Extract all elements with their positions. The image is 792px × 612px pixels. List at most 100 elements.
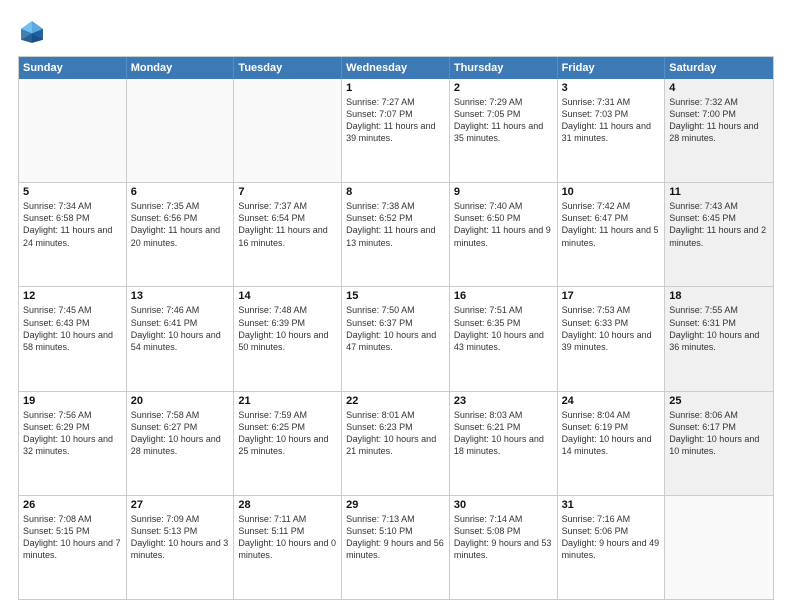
calendar-header: SundayMondayTuesdayWednesdayThursdayFrid…: [19, 57, 773, 79]
cell-info: Sunrise: 7:37 AM Sunset: 6:54 PM Dayligh…: [238, 200, 337, 249]
calendar-row: 12 Sunrise: 7:45 AM Sunset: 6:43 PM Dayli…: [19, 286, 773, 390]
page: SundayMondayTuesdayWednesdayThursdayFrid…: [0, 0, 792, 612]
day-number: 15: [346, 290, 445, 302]
day-number: 7: [238, 186, 337, 198]
day-number: 14: [238, 290, 337, 302]
day-number: 30: [454, 499, 553, 511]
cell-info: Sunrise: 7:29 AM Sunset: 7:05 PM Dayligh…: [454, 96, 553, 145]
calendar-header-day: Friday: [558, 57, 666, 79]
day-number: 22: [346, 395, 445, 407]
calendar-header-day: Wednesday: [342, 57, 450, 79]
day-number: 28: [238, 499, 337, 511]
cell-info: Sunrise: 7:42 AM Sunset: 6:47 PM Dayligh…: [562, 200, 661, 249]
calendar-cell: 14 Sunrise: 7:48 AM Sunset: 6:39 PM Dayli…: [234, 287, 342, 390]
calendar-cell: 16 Sunrise: 7:51 AM Sunset: 6:35 PM Dayli…: [450, 287, 558, 390]
day-number: 27: [131, 499, 230, 511]
calendar-cell: [665, 496, 773, 599]
calendar-header-day: Sunday: [19, 57, 127, 79]
calendar-cell: 9 Sunrise: 7:40 AM Sunset: 6:50 PM Daylig…: [450, 183, 558, 286]
day-number: 20: [131, 395, 230, 407]
calendar-header-day: Saturday: [665, 57, 773, 79]
cell-info: Sunrise: 7:45 AM Sunset: 6:43 PM Dayligh…: [23, 304, 122, 353]
day-number: 21: [238, 395, 337, 407]
calendar-cell: 23Sunrise: 8:03 AM Sunset: 6:21 PM Dayli…: [450, 392, 558, 495]
calendar-cell: 1Sunrise: 7:27 AM Sunset: 7:07 PM Daylig…: [342, 79, 450, 182]
day-number: 4: [669, 82, 769, 94]
cell-info: Sunrise: 7:53 AM Sunset: 6:33 PM Dayligh…: [562, 304, 661, 353]
cell-info: Sunrise: 7:43 AM Sunset: 6:45 PM Dayligh…: [669, 200, 769, 249]
day-number: 31: [562, 499, 661, 511]
day-number: 18: [669, 290, 769, 302]
calendar-cell: 10 Sunrise: 7:42 AM Sunset: 6:47 PM Dayli…: [558, 183, 666, 286]
day-number: 13: [131, 290, 230, 302]
cell-info: Sunrise: 7:50 AM Sunset: 6:37 PM Dayligh…: [346, 304, 445, 353]
calendar-cell: 24Sunrise: 8:04 AM Sunset: 6:19 PM Dayli…: [558, 392, 666, 495]
cell-info: Sunrise: 7:40 AM Sunset: 6:50 PM Dayligh…: [454, 200, 553, 249]
calendar-body: 1Sunrise: 7:27 AM Sunset: 7:07 PM Daylig…: [19, 79, 773, 599]
cell-info: Sunrise: 7:08 AM Sunset: 5:15 PM Dayligh…: [23, 513, 122, 562]
calendar-cell: 30 Sunrise: 7:14 AM Sunset: 5:08 PM Dayli…: [450, 496, 558, 599]
cell-info: Sunrise: 7:13 AM Sunset: 5:10 PM Dayligh…: [346, 513, 445, 562]
calendar-cell: 28 Sunrise: 7:11 AM Sunset: 5:11 PM Dayli…: [234, 496, 342, 599]
cell-info: Sunrise: 7:31 AM Sunset: 7:03 PM Dayligh…: [562, 96, 661, 145]
logo: [18, 18, 50, 46]
day-number: 3: [562, 82, 661, 94]
day-number: 5: [23, 186, 122, 198]
calendar-header-day: Monday: [127, 57, 235, 79]
day-number: 9: [454, 186, 553, 198]
calendar-cell: 18 Sunrise: 7:55 AM Sunset: 6:31 PM Dayli…: [665, 287, 773, 390]
calendar-cell: 22 Sunrise: 8:01 AM Sunset: 6:23 PM Dayli…: [342, 392, 450, 495]
cell-info: Sunrise: 7:59 AM Sunset: 6:25 PM Dayligh…: [238, 409, 337, 458]
calendar-row: 1Sunrise: 7:27 AM Sunset: 7:07 PM Daylig…: [19, 79, 773, 182]
cell-info: Sunrise: 7:58 AM Sunset: 6:27 PM Dayligh…: [131, 409, 230, 458]
calendar-row: 19Sunrise: 7:56 AM Sunset: 6:29 PM Dayli…: [19, 391, 773, 495]
cell-info: Sunrise: 7:11 AM Sunset: 5:11 PM Dayligh…: [238, 513, 337, 562]
calendar-cell: [19, 79, 127, 182]
calendar-cell: 7 Sunrise: 7:37 AM Sunset: 6:54 PM Daylig…: [234, 183, 342, 286]
cell-info: Sunrise: 7:55 AM Sunset: 6:31 PM Dayligh…: [669, 304, 769, 353]
calendar-cell: 13Sunrise: 7:46 AM Sunset: 6:41 PM Dayli…: [127, 287, 235, 390]
calendar-header-day: Tuesday: [234, 57, 342, 79]
cell-info: Sunrise: 7:35 AM Sunset: 6:56 PM Dayligh…: [131, 200, 230, 249]
calendar-cell: 26 Sunrise: 7:08 AM Sunset: 5:15 PM Dayli…: [19, 496, 127, 599]
cell-info: Sunrise: 7:48 AM Sunset: 6:39 PM Dayligh…: [238, 304, 337, 353]
calendar-cell: 31Sunrise: 7:16 AM Sunset: 5:06 PM Dayli…: [558, 496, 666, 599]
cell-info: Sunrise: 7:51 AM Sunset: 6:35 PM Dayligh…: [454, 304, 553, 353]
calendar-cell: 19Sunrise: 7:56 AM Sunset: 6:29 PM Dayli…: [19, 392, 127, 495]
day-number: 26: [23, 499, 122, 511]
header: [18, 18, 774, 46]
calendar-cell: [127, 79, 235, 182]
calendar-cell: 2 Sunrise: 7:29 AM Sunset: 7:05 PM Daylig…: [450, 79, 558, 182]
day-number: 1: [346, 82, 445, 94]
day-number: 17: [562, 290, 661, 302]
calendar-header-day: Thursday: [450, 57, 558, 79]
cell-info: Sunrise: 7:38 AM Sunset: 6:52 PM Dayligh…: [346, 200, 445, 249]
calendar-cell: 3 Sunrise: 7:31 AM Sunset: 7:03 PM Daylig…: [558, 79, 666, 182]
cell-info: Sunrise: 7:14 AM Sunset: 5:08 PM Dayligh…: [454, 513, 553, 562]
cell-info: Sunrise: 8:01 AM Sunset: 6:23 PM Dayligh…: [346, 409, 445, 458]
day-number: 16: [454, 290, 553, 302]
day-number: 12: [23, 290, 122, 302]
day-number: 2: [454, 82, 553, 94]
calendar-cell: 8Sunrise: 7:38 AM Sunset: 6:52 PM Daylig…: [342, 183, 450, 286]
cell-info: Sunrise: 7:32 AM Sunset: 7:00 PM Dayligh…: [669, 96, 769, 145]
cell-info: Sunrise: 8:04 AM Sunset: 6:19 PM Dayligh…: [562, 409, 661, 458]
calendar-cell: 15 Sunrise: 7:50 AM Sunset: 6:37 PM Dayli…: [342, 287, 450, 390]
day-number: 10: [562, 186, 661, 198]
cell-info: Sunrise: 7:56 AM Sunset: 6:29 PM Dayligh…: [23, 409, 122, 458]
cell-info: Sunrise: 7:34 AM Sunset: 6:58 PM Dayligh…: [23, 200, 122, 249]
day-number: 25: [669, 395, 769, 407]
calendar-cell: 5 Sunrise: 7:34 AM Sunset: 6:58 PM Daylig…: [19, 183, 127, 286]
calendar-cell: 12 Sunrise: 7:45 AM Sunset: 6:43 PM Dayli…: [19, 287, 127, 390]
calendar-cell: 6 Sunrise: 7:35 AM Sunset: 6:56 PM Daylig…: [127, 183, 235, 286]
calendar-cell: 29Sunrise: 7:13 AM Sunset: 5:10 PM Dayli…: [342, 496, 450, 599]
calendar-cell: 17 Sunrise: 7:53 AM Sunset: 6:33 PM Dayli…: [558, 287, 666, 390]
calendar-cell: 20 Sunrise: 7:58 AM Sunset: 6:27 PM Dayli…: [127, 392, 235, 495]
calendar-row: 26 Sunrise: 7:08 AM Sunset: 5:15 PM Dayli…: [19, 495, 773, 599]
day-number: 6: [131, 186, 230, 198]
calendar-cell: 27 Sunrise: 7:09 AM Sunset: 5:13 PM Dayli…: [127, 496, 235, 599]
cell-info: Sunrise: 7:09 AM Sunset: 5:13 PM Dayligh…: [131, 513, 230, 562]
logo-icon: [18, 18, 46, 46]
calendar-cell: 11Sunrise: 7:43 AM Sunset: 6:45 PM Dayli…: [665, 183, 773, 286]
calendar-cell: 21 Sunrise: 7:59 AM Sunset: 6:25 PM Dayli…: [234, 392, 342, 495]
